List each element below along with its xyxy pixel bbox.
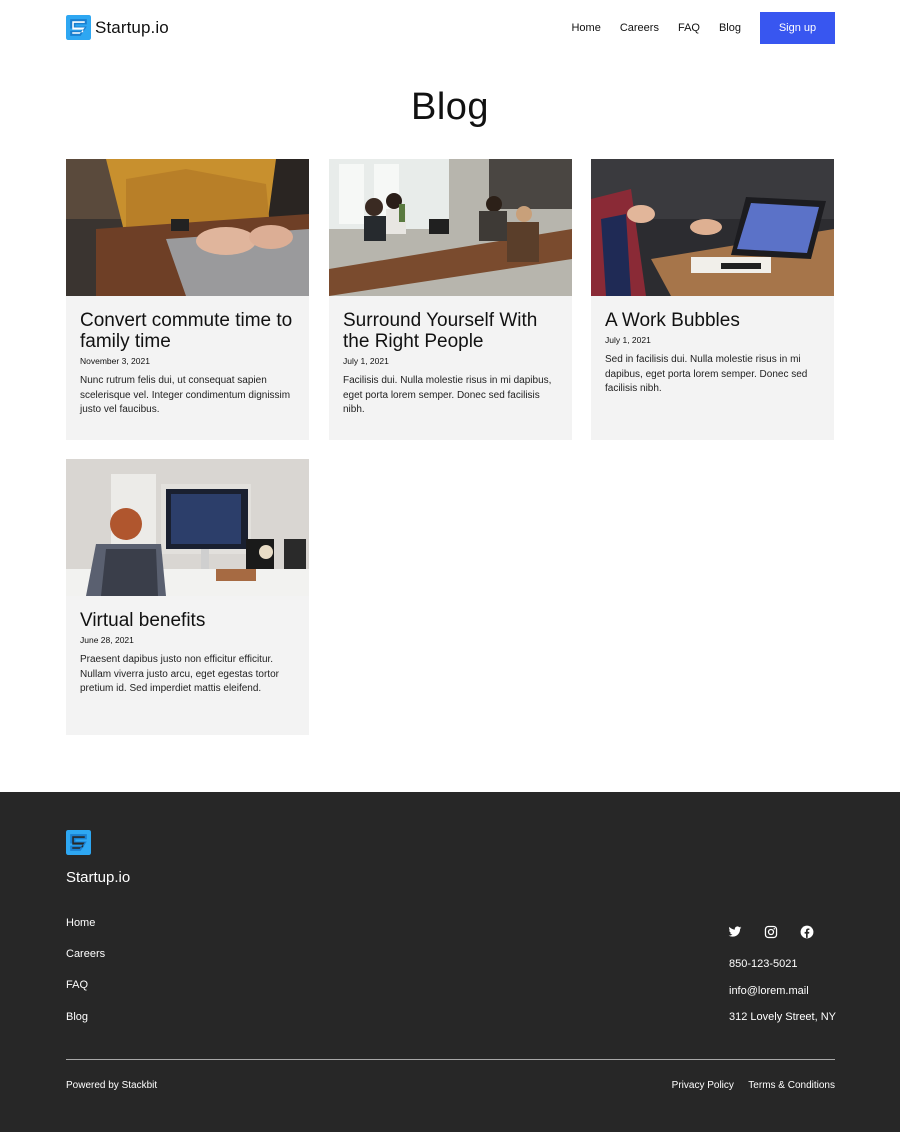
facebook-icon[interactable] [800,925,814,939]
blog-card[interactable]: A Work Bubbles July 1, 2021 Sed in facil… [591,159,834,440]
post-title[interactable]: Convert commute time to family time [80,310,295,352]
footer-brand-name: Startup.io [66,869,131,886]
logo-icon [66,15,91,40]
powered-by-text[interactable]: Powered by Stackbit [66,1080,157,1091]
post-image-computer-desk[interactable] [66,459,309,596]
terms-conditions-link[interactable]: Terms & Conditions [748,1080,835,1091]
post-date: November 3, 2021 [80,356,150,366]
footer-email[interactable]: info@lorem.mail [729,985,809,997]
nav-faq[interactable]: FAQ [678,22,700,34]
blog-card[interactable]: Virtual benefits June 28, 2021 Praesent … [66,459,309,735]
footer-link-careers[interactable]: Careers [66,948,105,960]
post-image-meeting[interactable] [329,159,572,296]
post-excerpt: Praesent dapibus justo non efficitur eff… [80,654,279,694]
twitter-icon[interactable] [728,925,742,939]
post-excerpt: Facilisis dui. Nulla molestie risus in m… [343,375,552,415]
blog-card[interactable]: Surround Yourself With the Right People … [329,159,572,440]
footer-phone[interactable]: 850-123-5021 [729,958,798,970]
main-nav: Home Careers FAQ Blog Sign up [571,12,835,44]
instagram-icon[interactable] [764,925,778,939]
legal-links: Privacy Policy Terms & Conditions [672,1080,835,1091]
site-header: Startup.io Home Careers FAQ Blog Sign up [0,0,900,56]
footer-divider [66,1059,835,1060]
footer-link-faq[interactable]: FAQ [66,979,88,991]
logo-link[interactable]: Startup.io [66,15,169,40]
site-footer: Startup.io Home Careers FAQ Blog 850-123… [0,792,900,1132]
footer-link-home[interactable]: Home [66,917,95,929]
blog-card[interactable]: Convert commute time to family time Nove… [66,159,309,440]
post-title[interactable]: Surround Yourself With the Right People [343,310,558,352]
post-image-laptop-sweater[interactable] [66,159,309,296]
page-title: Blog [410,86,490,128]
nav-careers[interactable]: Careers [620,22,659,34]
social-links [728,925,836,939]
nav-blog[interactable]: Blog [719,22,741,34]
signup-button[interactable]: Sign up [760,12,835,44]
footer-logo-icon[interactable] [66,830,91,855]
post-date: July 1, 2021 [343,356,389,366]
nav-home[interactable]: Home [571,22,600,34]
privacy-policy-link[interactable]: Privacy Policy [672,1080,734,1091]
post-date: June 28, 2021 [80,635,134,645]
post-image-laptop-hands[interactable] [591,159,834,296]
post-date: July 1, 2021 [605,335,651,345]
footer-address: 312 Lovely Street, NY [729,1011,837,1023]
post-excerpt: Sed in facilisis dui. Nulla molestie ris… [605,354,808,394]
post-title[interactable]: Virtual benefits [80,610,295,631]
post-excerpt: Nunc rutrum felis dui, ut consequat sapi… [80,375,291,415]
footer-link-blog[interactable]: Blog [66,1011,88,1023]
post-title[interactable]: A Work Bubbles [605,310,820,331]
brand-name: Startup.io [95,17,169,37]
